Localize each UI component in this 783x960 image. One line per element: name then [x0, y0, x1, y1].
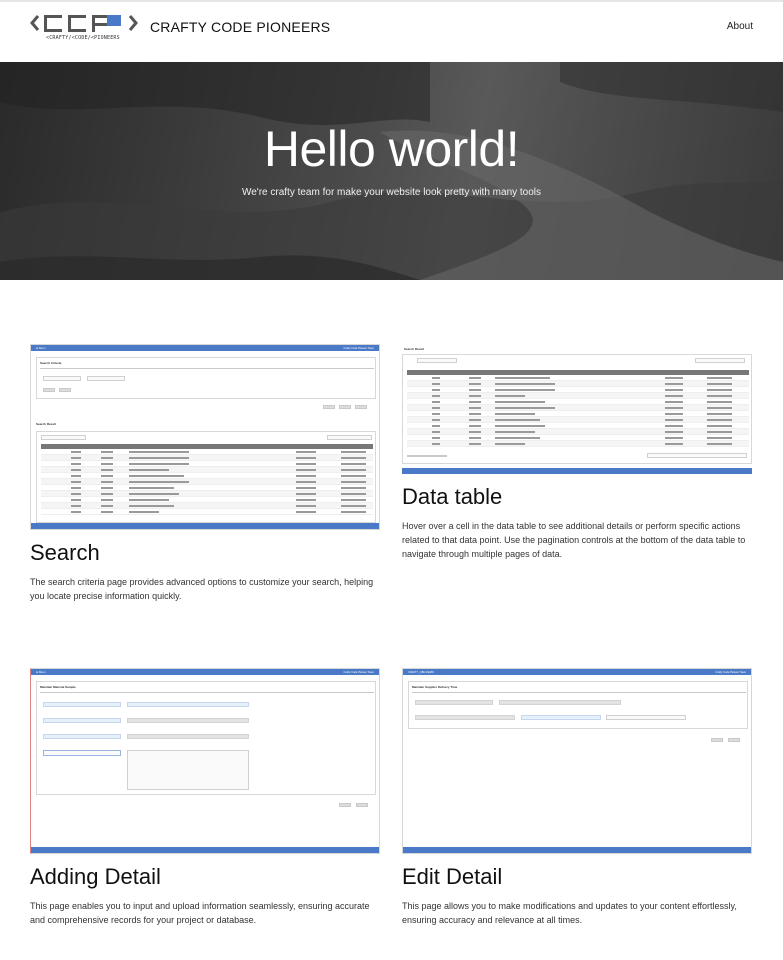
data-table-screenshot[interactable]: Search Result: [402, 344, 752, 474]
feature-title: Edit Detail: [402, 864, 503, 889]
hero-banner: Hello world! We're crafty team for make …: [0, 62, 783, 280]
feature-description: Hover over a cell in the data table to s…: [402, 521, 746, 559]
mini-section-title: Search Criteria: [40, 361, 62, 365]
nav-about-link[interactable]: About: [727, 21, 753, 32]
edit-detail-screenshot[interactable]: CRAFTY_CBG DEMO Crafty Code Pioneer Team …: [402, 668, 752, 854]
logo-tagline: <CRAFTY/<CODE/<PIONEERS: [46, 35, 120, 41]
brand-name[interactable]: CRAFTY CODE PIONEERS: [150, 19, 330, 35]
feature-card-data-table: Search Result Data table Hover over a ce…: [402, 344, 752, 574]
top-navbar: <CRAFTY/<CODE/<PIONEERS CRAFTY CODE PION…: [0, 0, 783, 62]
hero-subtitle: We're crafty team for make your website …: [241, 187, 542, 198]
feature-card-adding-detail: ☰ Menu Crafty Code Pioneer Team Maintain …: [30, 668, 380, 930]
feature-description: This page allows you to make modificatio…: [402, 901, 737, 925]
search-page-screenshot[interactable]: ☰ Menu Crafty Code Pioneer Team Search Cr…: [30, 344, 380, 530]
feature-title: Adding Detail: [30, 864, 161, 889]
adding-detail-screenshot[interactable]: ☰ Menu Crafty Code Pioneer Team Maintain …: [30, 668, 380, 854]
feature-title: Data table: [402, 484, 503, 509]
feature-title: Search: [30, 540, 100, 565]
mini-section-title: Search Result: [36, 422, 57, 426]
hero-title: Hello world!: [263, 121, 520, 177]
feature-description: The search criteria page provides advanc…: [30, 577, 374, 601]
mini-section-title: Search Result: [404, 347, 425, 351]
feature-card-edit-detail: CRAFTY_CBG DEMO Crafty Code Pioneer Team …: [402, 668, 752, 930]
mini-section-title: Maintain Supplier Delivery Time: [412, 685, 458, 689]
feature-description: This page enables you to input and uploa…: [30, 901, 370, 925]
mini-section-title: Maintain Material Sample: [40, 685, 76, 689]
feature-card-search: ☰ Menu Crafty Code Pioneer Team Search Cr…: [30, 344, 380, 614]
